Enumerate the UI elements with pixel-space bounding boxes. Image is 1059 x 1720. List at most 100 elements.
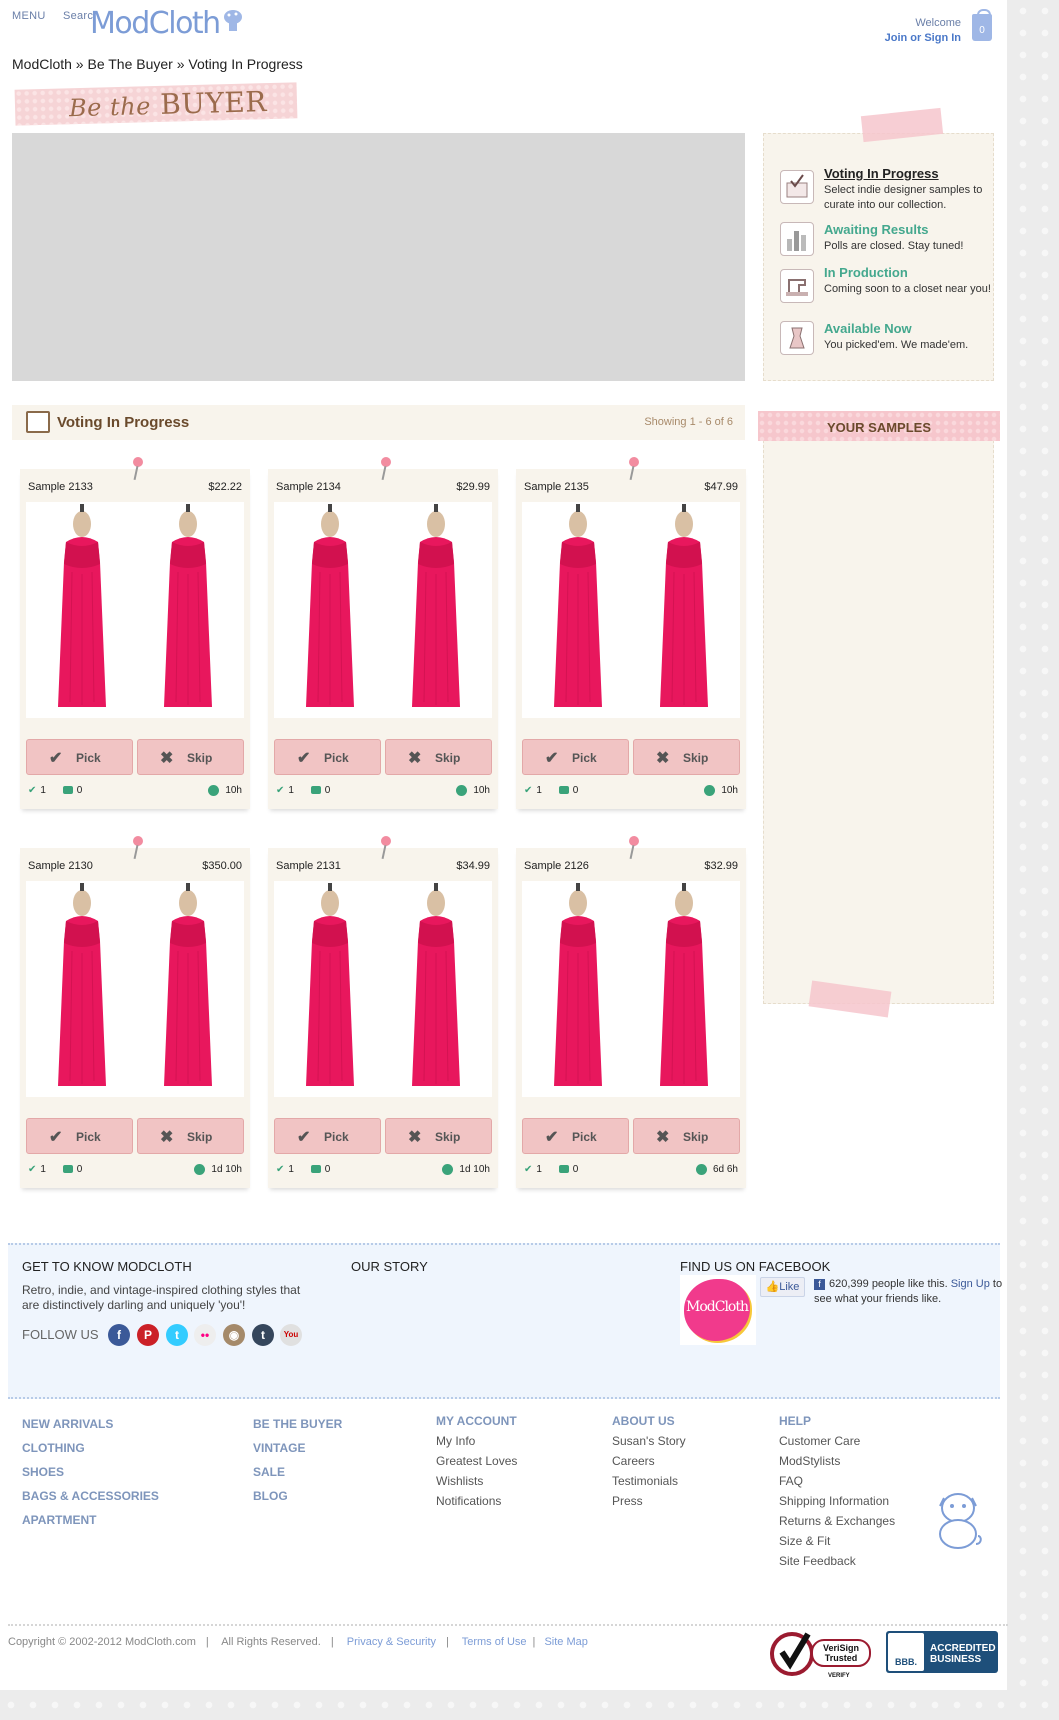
footer-help-link[interactable]: FAQ	[779, 1471, 895, 1491]
step-desc: Coming soon to a closet near you!	[824, 283, 991, 295]
footer-account-link[interactable]: Notifications	[436, 1491, 517, 1511]
footer-shop-link[interactable]: CLOTHING	[22, 1436, 159, 1460]
my-account-heading[interactable]: MY ACCOUNT	[436, 1411, 517, 1431]
youtube-icon[interactable]: You	[280, 1324, 302, 1346]
dress-photo	[58, 883, 212, 1086]
sample-image[interactable]	[26, 881, 244, 1097]
footer-shop-link[interactable]: SHOES	[22, 1460, 159, 1484]
footer-help-link[interactable]: Site Feedback	[779, 1551, 895, 1571]
help-col: HELP Customer Care ModStylists FAQ Shipping…	[779, 1411, 895, 1571]
join-signin-link[interactable]: Join or Sign In	[885, 32, 961, 44]
twitter-icon[interactable]: t	[166, 1324, 188, 1346]
help-heading[interactable]: HELP	[779, 1411, 895, 1431]
about-us-heading[interactable]: ABOUT US	[612, 1411, 686, 1431]
sign-up-link[interactable]: Sign Up	[951, 1278, 990, 1290]
our-story-heading[interactable]: OUR STORY	[351, 1259, 428, 1274]
footer-about-link[interactable]: Press	[612, 1491, 686, 1511]
footer-shop-link[interactable]: BAGS & ACCESSORIES	[22, 1484, 159, 1508]
footer-account-link[interactable]: My Info	[436, 1431, 517, 1451]
comment-icon	[558, 1165, 569, 1174]
sample-card: Sample 2131 $34.99 ✔ Pick ✖ Skip ✔ 1 0 1d 1…	[268, 836, 498, 1188]
pinterest-icon[interactable]: P	[137, 1324, 159, 1346]
step-awaiting[interactable]: Awaiting Results Polls are closed. Stay …	[824, 222, 994, 254]
terms-link[interactable]: Terms of Use	[462, 1636, 527, 1648]
modcloth-logo[interactable]: ModCloth	[90, 6, 242, 41]
bbb-badge[interactable]: BBB. ACCREDITED BUSINESS	[886, 1631, 998, 1673]
footer-help-link[interactable]: Size & Fit	[779, 1531, 895, 1551]
bbb-line1: ACCREDITED	[930, 1643, 996, 1654]
skip-button[interactable]: ✖ Skip	[633, 739, 740, 775]
pick-button[interactable]: ✔ Pick	[274, 739, 381, 775]
voting-header-bar: Voting In Progress Showing 1 - 6 of 6	[12, 405, 745, 440]
footer-shop-link[interactable]: SALE	[253, 1460, 342, 1484]
like-button[interactable]: 👍Like	[760, 1277, 805, 1297]
sample-name[interactable]: Sample 2130	[28, 860, 93, 872]
sample-image[interactable]	[522, 502, 740, 718]
skip-label: Skip	[187, 1130, 213, 1144]
privacy-link[interactable]: Privacy & Security	[347, 1636, 436, 1648]
shopping-bag-icon[interactable]: 0	[972, 9, 992, 41]
dress-photo	[554, 504, 708, 707]
sample-name[interactable]: Sample 2133	[28, 481, 93, 493]
comment-icon	[62, 1165, 73, 1174]
facebook-page-logo[interactable]: ModCloth	[680, 1275, 756, 1345]
skip-button[interactable]: ✖ Skip	[633, 1118, 740, 1154]
sample-price: $29.99	[456, 481, 490, 493]
pick-button[interactable]: ✔ Pick	[26, 1118, 133, 1154]
footer-shop-link[interactable]: BE THE BUYER	[253, 1412, 342, 1436]
time-remaining: 1d 10h	[211, 1164, 242, 1176]
check-icon: ✔	[276, 785, 285, 796]
footer-about-link[interactable]: Careers	[612, 1451, 686, 1471]
comment-count: 0	[76, 1164, 83, 1175]
tumblr-icon[interactable]: t	[252, 1324, 274, 1346]
pick-button[interactable]: ✔ Pick	[522, 1118, 629, 1154]
footer-account-link[interactable]: Greatest Loves	[436, 1451, 517, 1471]
skip-button[interactable]: ✖ Skip	[385, 1118, 492, 1154]
dress-photo	[58, 504, 212, 707]
footer-about-link[interactable]: Testimonials	[612, 1471, 686, 1491]
comment-count: 0	[572, 785, 579, 796]
sample-image[interactable]	[26, 502, 244, 718]
pick-button[interactable]: ✔ Pick	[274, 1118, 381, 1154]
skip-button[interactable]: ✖ Skip	[137, 739, 244, 775]
pushpin-icon	[133, 836, 143, 846]
step-production[interactable]: In Production Coming soon to a closet ne…	[824, 265, 994, 297]
sitemap-link[interactable]: Site Map	[544, 1636, 587, 1648]
pick-button[interactable]: ✔ Pick	[522, 739, 629, 775]
sample-image[interactable]	[274, 502, 492, 718]
verisign-badge[interactable]: VeriSign Trusted VERIFY	[768, 1628, 874, 1680]
bbb-line2: BUSINESS	[930, 1654, 982, 1665]
step-voting[interactable]: Voting In Progress Select indie designer…	[824, 166, 994, 213]
check-icon: ✔	[297, 1129, 311, 1146]
step-available[interactable]: Available Now You picked'em. We made'em.	[824, 321, 994, 353]
footer-shop-link[interactable]: BLOG	[253, 1484, 342, 1508]
footer-account-link[interactable]: Wishlists	[436, 1471, 517, 1491]
skip-button[interactable]: ✖ Skip	[385, 739, 492, 775]
footer-shop-link[interactable]: APARTMENT	[22, 1508, 159, 1532]
flickr-icon[interactable]: ••	[194, 1324, 216, 1346]
sample-name[interactable]: Sample 2135	[524, 481, 589, 493]
instagram-icon[interactable]: ◉	[223, 1324, 245, 1346]
sample-name[interactable]: Sample 2134	[276, 481, 341, 493]
time-remaining: 6d 6h	[712, 1164, 738, 1176]
footer-help-link[interactable]: ModStylists	[779, 1451, 895, 1471]
time-remaining: 10h	[721, 785, 738, 797]
menu-link[interactable]: MENU	[12, 10, 46, 22]
skip-button[interactable]: ✖ Skip	[137, 1118, 244, 1154]
check-icon: ✔	[28, 785, 37, 796]
pug-mascot-icon	[939, 1493, 982, 1549]
sample-image[interactable]	[274, 881, 492, 1097]
footer-shop-link[interactable]: NEW ARRIVALS	[22, 1412, 159, 1436]
sample-name[interactable]: Sample 2131	[276, 860, 341, 872]
footer-help-link[interactable]: Returns & Exchanges	[779, 1511, 895, 1531]
x-icon: ✖	[160, 750, 174, 767]
sample-image[interactable]	[522, 881, 740, 1097]
sample-name[interactable]: Sample 2126	[524, 860, 589, 872]
footer-help-link[interactable]: Customer Care	[779, 1431, 895, 1451]
comment-icon	[62, 786, 73, 795]
footer-help-link[interactable]: Shipping Information	[779, 1491, 895, 1511]
footer-about-link[interactable]: Susan's Story	[612, 1431, 686, 1451]
footer-shop-link[interactable]: VINTAGE	[253, 1436, 342, 1460]
pick-button[interactable]: ✔ Pick	[26, 739, 133, 775]
facebook-icon[interactable]: f	[108, 1324, 130, 1346]
